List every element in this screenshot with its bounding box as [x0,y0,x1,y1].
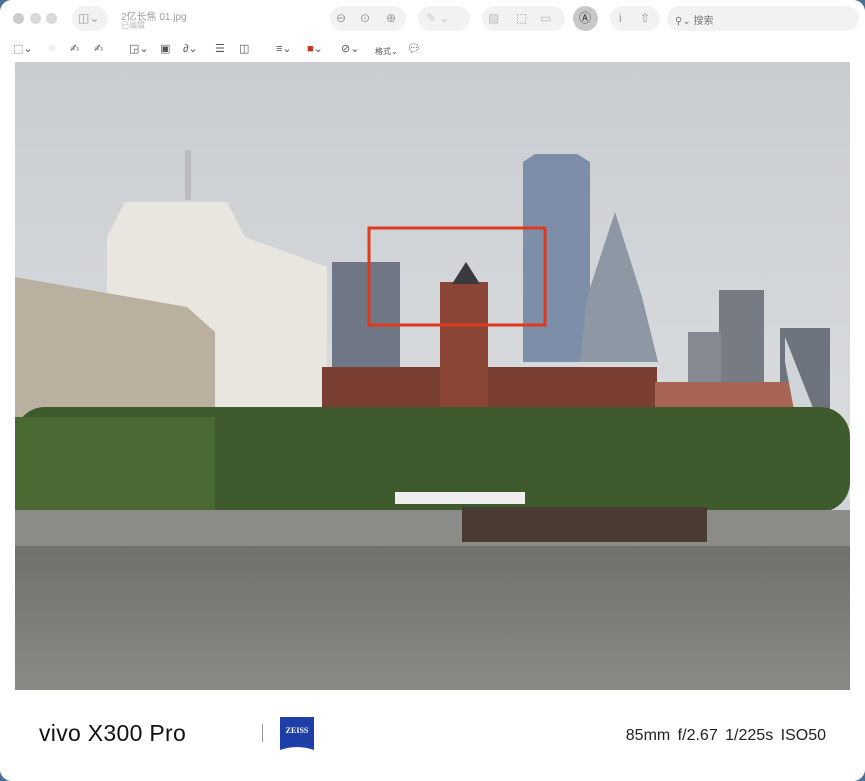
description-icon[interactable]: 💬︎ [407,43,421,56]
search-icon: ⚲⌄ [675,16,694,27]
adjust-color-icon[interactable]: ☰ [215,43,225,56]
sign-icon[interactable]: ∂⌄ [183,43,198,56]
watermark-footer: vivo X300 Pro 85mm f/2.67 1/225s ISO50 [0,690,865,781]
zeiss-logo: ZEISS [280,717,314,750]
zoom-controls: ⊖ ⊙ ⊕ [330,6,406,31]
minimize-button[interactable] [30,13,41,24]
markup-button[interactable]: Ⓐ [573,6,598,31]
border-color-icon[interactable]: ■⌄ [307,43,323,56]
crop-icon[interactable]: ▨ [488,11,499,25]
shapes-icon[interactable]: ◲⌄ [129,43,149,56]
line-style-icon[interactable]: ≡⌄ [276,43,292,56]
draw-icon[interactable]: ✍ [94,43,103,56]
preview-window: ◫⌄ 2亿长焦 01.jpg 已编辑 ⊖ ⊙ ⊕ ✎ ⌄ ▨ ⬚ ▭ Ⓐ i ⇧… [0,0,865,781]
markup-toolbar: ⬚⌄ ⁘ ✍ ✍ ◲⌄ ▣ ∂⌄ ☰ ◫ ≡⌄ ■⌄ ⊘⌄ 格式⌄ 💬︎ [0,38,865,62]
photo [15,62,850,690]
actual-size-icon[interactable]: ⊙ [360,11,370,25]
exif-info: 85mm f/2.67 1/225s ISO50 [625,727,826,744]
zoom-button[interactable] [46,13,57,24]
share-icon[interactable]: ⇧ [640,11,650,25]
sidebar-toggle-button[interactable]: ◫⌄ [72,6,108,31]
search-field[interactable]: ⚲⌄ 搜索 [667,6,859,31]
embankment [15,510,850,546]
markup-icon: Ⓐ [579,11,592,25]
instant-alpha-icon[interactable]: ⁘ [47,43,56,56]
edit-controls: ▨ ⬚ ▭ [482,6,565,31]
close-button[interactable] [13,13,24,24]
format-label: 格式 [375,47,391,56]
rotate-icon[interactable]: ⬚ [516,11,527,25]
sketch-icon[interactable]: ✍ [70,43,79,56]
highlight-button[interactable]: ✎ ⌄ [418,6,470,31]
document-status: 已编辑 [121,21,145,30]
signature-icon[interactable]: ▭ [540,11,551,25]
camera-brand: vivo X300 Pro [39,720,187,746]
pen-icon: ✎ ⌄ [426,11,450,25]
search-placeholder: 搜索 [693,16,714,27]
river [15,546,850,690]
title-bar: ◫⌄ 2亿长焦 01.jpg 已编辑 ⊖ ⊙ ⊕ ✎ ⌄ ▨ ⬚ ▭ Ⓐ i ⇧… [0,0,865,38]
info-icon[interactable]: i [619,11,622,25]
text-icon[interactable]: ▣ [160,43,170,56]
format-button[interactable]: 格式⌄ [375,45,398,58]
divider [262,724,263,742]
adjust-size-icon[interactable]: ◫ [239,43,249,56]
zoom-in-icon[interactable]: ⊕ [386,11,396,25]
zoom-out-icon[interactable]: ⊖ [336,11,346,25]
svg-text:ZEISS: ZEISS [286,726,309,735]
selection-tool-icon[interactable]: ⬚⌄ [13,43,33,56]
info-share-controls: i ⇧ [610,6,660,31]
fill-color-icon[interactable]: ⊘⌄ [341,43,359,56]
sidebar-icon: ◫⌄ [78,11,100,25]
